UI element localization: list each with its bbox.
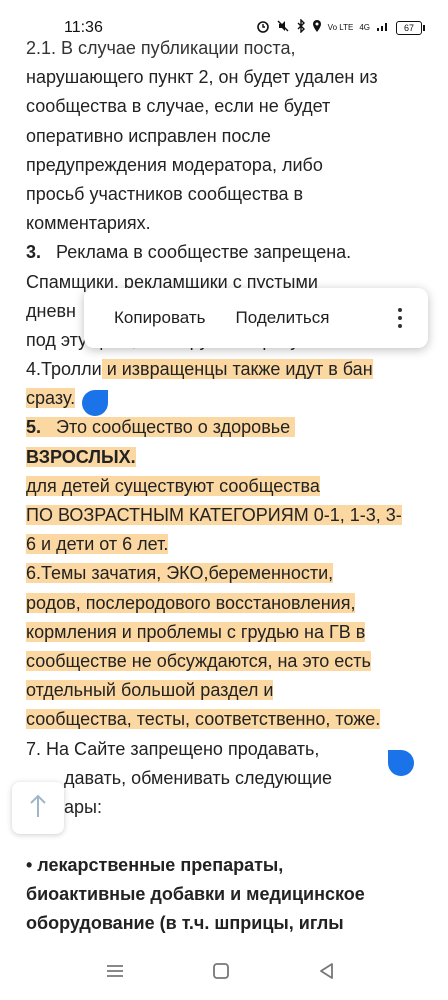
selected-text[interactable]: отдельный большой раздел и: [26, 680, 274, 701]
selected-text[interactable]: сразу.: [26, 388, 76, 409]
selection-start-handle[interactable]: [82, 390, 108, 416]
article-line: давать, обменивать следующие: [64, 767, 333, 788]
article-line: • лекарственные препараты,: [26, 855, 284, 876]
rule-3-text: Реклама в сообществе запрещена.: [56, 242, 352, 263]
selected-text[interactable]: для детей существуют сообщества: [26, 475, 320, 496]
rule-5: 5. Это сообщество о здоровье: [26, 413, 426, 442]
article-line: ары:: [64, 796, 102, 817]
status-bar: 11:36 Vo LTE 4G 67: [0, 0, 448, 40]
rule-5-number[interactable]: 5.: [26, 417, 41, 437]
selected-text[interactable]: 6.Темы зачатия, ЭКО,беременности,: [26, 563, 334, 584]
system-nav-bar: [0, 948, 448, 1000]
selected-text[interactable]: ВЗРОСЛЫХ.: [26, 446, 136, 467]
status-icons: Vo LTE 4G 67: [256, 18, 425, 36]
nav-home-button[interactable]: [208, 962, 234, 984]
article-line: оборудование (в т.ч. шприцы, иглы: [26, 913, 344, 934]
back-triangle-icon: [318, 962, 336, 985]
share-button[interactable]: Поделиться: [221, 308, 345, 328]
article-line: просьб участников сообщества в: [26, 183, 304, 204]
volte-label: Vo LTE: [327, 22, 354, 32]
selected-text[interactable]: и извращенцы также идут в бан: [101, 359, 373, 380]
bluetooth-icon: [296, 18, 306, 36]
network-label: 4G: [359, 23, 370, 32]
selected-text[interactable]: 6 и дети от 6 лет.: [26, 534, 169, 555]
battery-indicator: 67: [396, 20, 425, 35]
selected-text[interactable]: сообщества, тесты, соответственно, тоже.: [26, 709, 381, 730]
nav-menu-button[interactable]: [102, 962, 128, 984]
nav-back-button[interactable]: [314, 962, 340, 984]
rule-4-start: 4.Тролли: [26, 359, 102, 380]
alarm-icon: [256, 19, 270, 36]
rule-5-bold-line: ВЗРОСЛЫХ.: [26, 443, 426, 472]
selection-end-handle[interactable]: [388, 750, 414, 776]
scroll-to-top-button[interactable]: [12, 782, 64, 834]
status-time: 11:36: [64, 19, 103, 36]
selected-text[interactable]: родов, послеродового восстановления,: [26, 592, 356, 613]
selected-text[interactable]: ПО ВОЗРАСТНЫМ КАТЕГОРИЯМ 0-1, 1-3, 3-: [26, 505, 402, 525]
text-selection-menu: Копировать Поделиться: [84, 288, 428, 348]
article-line: оперативно исправлен после: [26, 125, 271, 146]
rule-3-number: 3.: [26, 242, 42, 263]
article-line: биоактивные добавки и медицинское: [26, 884, 365, 905]
copy-button[interactable]: Копировать: [84, 308, 221, 328]
article-line: комментариях.: [26, 213, 151, 234]
mute-icon: [276, 19, 290, 36]
selected-text[interactable]: кормления и проблемы с грудью на ГВ в: [26, 621, 366, 642]
article-line: предупреждения модератора, либо: [26, 154, 323, 175]
selected-text[interactable]: Это сообщество о здоровье: [56, 417, 290, 437]
article-line: сообщества в случае, если не будет: [26, 96, 331, 117]
menu-icon: [106, 963, 124, 984]
arrow-up-icon: [28, 793, 48, 824]
location-icon: [312, 19, 322, 36]
more-vertical-icon[interactable]: [390, 302, 410, 334]
rule-3: 3. Реклама в сообществе запрещена.: [26, 238, 426, 267]
home-square-icon: [212, 962, 230, 985]
article-line: нарушающего пункт 2, он будет удален из: [26, 67, 378, 88]
rule-4: 4.Тролли и извращенцы также идут в бан: [26, 355, 426, 384]
signal-icon: [376, 20, 390, 35]
selected-text[interactable]: сообществе не обсуждаются, на это есть: [26, 650, 371, 671]
article-body: 2.1. В случае публикации поста, нарушающ…: [26, 34, 426, 939]
article-line: 7. На Сайте запрещено продавать,: [26, 738, 320, 759]
